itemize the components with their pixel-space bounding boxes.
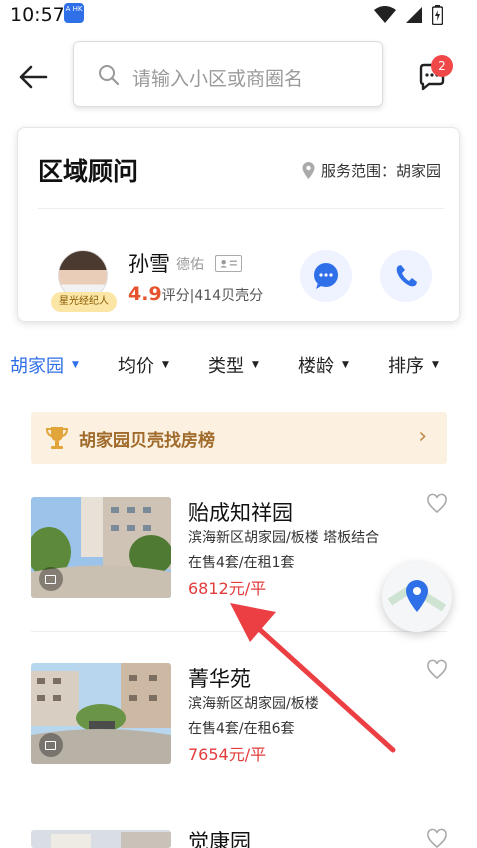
listing-desc: 滨海新区胡家园/板楼 (188, 696, 319, 712)
map-button[interactable] (382, 562, 452, 632)
message-badge: 2 (431, 55, 453, 77)
filter-price-label: 均价 (118, 356, 154, 377)
heart-icon[interactable] (426, 828, 448, 848)
status-bar: 10:57 A HK (0, 0, 477, 30)
listing-price: 7654元/平 (188, 745, 267, 764)
listing-count: 在售4套/在租6套 (188, 721, 295, 737)
agent-score: 4.9评分|414贝壳分 (128, 283, 263, 305)
heart-icon[interactable] (426, 493, 448, 515)
listing-photo[interactable] (31, 830, 171, 848)
filter-area[interactable]: 胡家园 ▼ (10, 352, 79, 378)
filter-sort-label: 排序 (388, 356, 424, 377)
agent-badge: 星光经纪人 (51, 292, 117, 312)
heart-icon[interactable] (426, 659, 448, 681)
filter-age-label: 楼龄 (298, 356, 334, 377)
chat-bubble-icon (314, 263, 338, 289)
filter-price[interactable]: 均价 ▼ (118, 352, 169, 378)
phone-icon (396, 265, 417, 287)
location-pin-icon (302, 162, 315, 179)
list-item[interactable]: 觉康园 (0, 828, 477, 848)
listing-title: 菁华苑 (188, 667, 251, 691)
rank-banner-text: 胡家园贝壳找房榜 (79, 431, 215, 451)
chevron-down-icon: ▼ (72, 360, 79, 370)
filter-bar: 胡家园 ▼ 均价 ▼ 类型 ▼ 楼龄 ▼ 排序 ▼ (0, 348, 477, 382)
chat-button[interactable] (300, 250, 352, 302)
listing-count: 在售4套/在租1套 (188, 555, 295, 571)
listing-price: 6812元/平 (188, 579, 267, 598)
search-placeholder: 请输入小区或商圈名 (132, 68, 304, 90)
back-arrow-icon[interactable] (16, 60, 50, 94)
wifi-icon (374, 6, 396, 23)
status-icons (374, 5, 443, 25)
score-value: 4.9 (128, 283, 162, 305)
listing-title: 觉康园 (188, 830, 251, 848)
status-time: 10:57 (10, 4, 65, 26)
chevron-down-icon: ▼ (162, 360, 169, 370)
search-input[interactable]: 请输入小区或商圈名 (73, 41, 383, 107)
filter-sort[interactable]: 排序 ▼ (388, 352, 439, 378)
card-divider (38, 208, 444, 209)
trophy-icon (45, 427, 69, 449)
chevron-right-icon: › (418, 424, 427, 449)
listing-photo[interactable] (31, 497, 171, 598)
map-pin-icon (387, 580, 447, 612)
score-suffix: 评分|414贝壳分 (161, 288, 264, 304)
listing-title: 贻成知祥园 (188, 501, 293, 525)
video-icon (39, 567, 63, 591)
battery-icon (432, 5, 443, 25)
listing-photo-image (31, 830, 171, 848)
rank-banner[interactable]: 胡家园贝壳找房榜 › (31, 412, 447, 464)
app-notification-icon: A HK (64, 3, 84, 23)
listing-desc: 滨海新区胡家园/板楼 塔板结合 (188, 530, 380, 546)
filter-type-label: 类型 (208, 356, 244, 377)
video-icon (39, 733, 63, 757)
filter-type[interactable]: 类型 ▼ (208, 352, 259, 378)
service-area: 服务范围：胡家园 (302, 160, 441, 181)
chevron-down-icon: ▼ (252, 360, 259, 370)
listing-photo[interactable] (31, 663, 171, 764)
service-area-label: 服务范围：胡家园 (320, 162, 441, 180)
search-icon (99, 65, 120, 86)
chevron-down-icon: ▼ (432, 360, 439, 370)
advisor-title: 区域顾问 (38, 157, 139, 186)
call-button[interactable] (380, 250, 432, 302)
filter-area-label: 胡家园 (10, 356, 64, 377)
signal-icon (406, 7, 422, 23)
header: 请输入小区或商圈名 2 (0, 38, 477, 110)
advisor-card: 区域顾问 服务范围：胡家园 星光经纪人 孙雪 德佑 4.9评分|414贝壳分 (17, 127, 460, 322)
list-item[interactable]: 菁华苑 滨海新区胡家园/板楼 在售4套/在租6套 7654元/平 (0, 659, 477, 823)
agent-name[interactable]: 孙雪 (128, 248, 170, 278)
id-card-icon[interactable] (215, 255, 242, 272)
filter-age[interactable]: 楼龄 ▼ (298, 352, 349, 378)
chevron-down-icon: ▼ (342, 360, 349, 370)
agent-company: 德佑 (176, 257, 204, 273)
